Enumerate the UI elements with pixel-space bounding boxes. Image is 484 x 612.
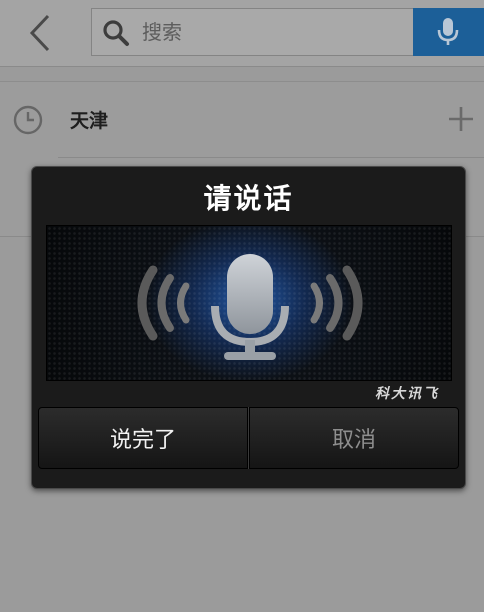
history-item[interactable]: 天津: [0, 82, 484, 158]
top-bar: [0, 0, 484, 67]
clock-icon: [13, 105, 43, 135]
brand-label: 科大讯飞: [375, 386, 439, 402]
chevron-left-icon: [29, 14, 50, 52]
search-icon: [103, 20, 129, 46]
done-speaking-button[interactable]: 说完了: [38, 407, 248, 469]
voice-search-button[interactable]: [413, 8, 484, 56]
back-button[interactable]: [22, 12, 62, 54]
plus-icon[interactable]: [446, 104, 476, 134]
dialog-button-bar: 说完了 取消: [38, 407, 459, 469]
search-box[interactable]: [91, 8, 413, 56]
cancel-button[interactable]: 取消: [249, 407, 459, 469]
voice-input-dialog: 请说话 科大讯飞 说完了 取消: [31, 166, 466, 489]
voice-visualizer-panel: [46, 225, 452, 381]
history-item-label: 天津: [70, 110, 109, 132]
microphone-icon: [437, 18, 459, 45]
dialog-title: 请说话: [203, 182, 294, 215]
microphone-icon: [137, 254, 363, 360]
search-input[interactable]: [142, 9, 402, 55]
